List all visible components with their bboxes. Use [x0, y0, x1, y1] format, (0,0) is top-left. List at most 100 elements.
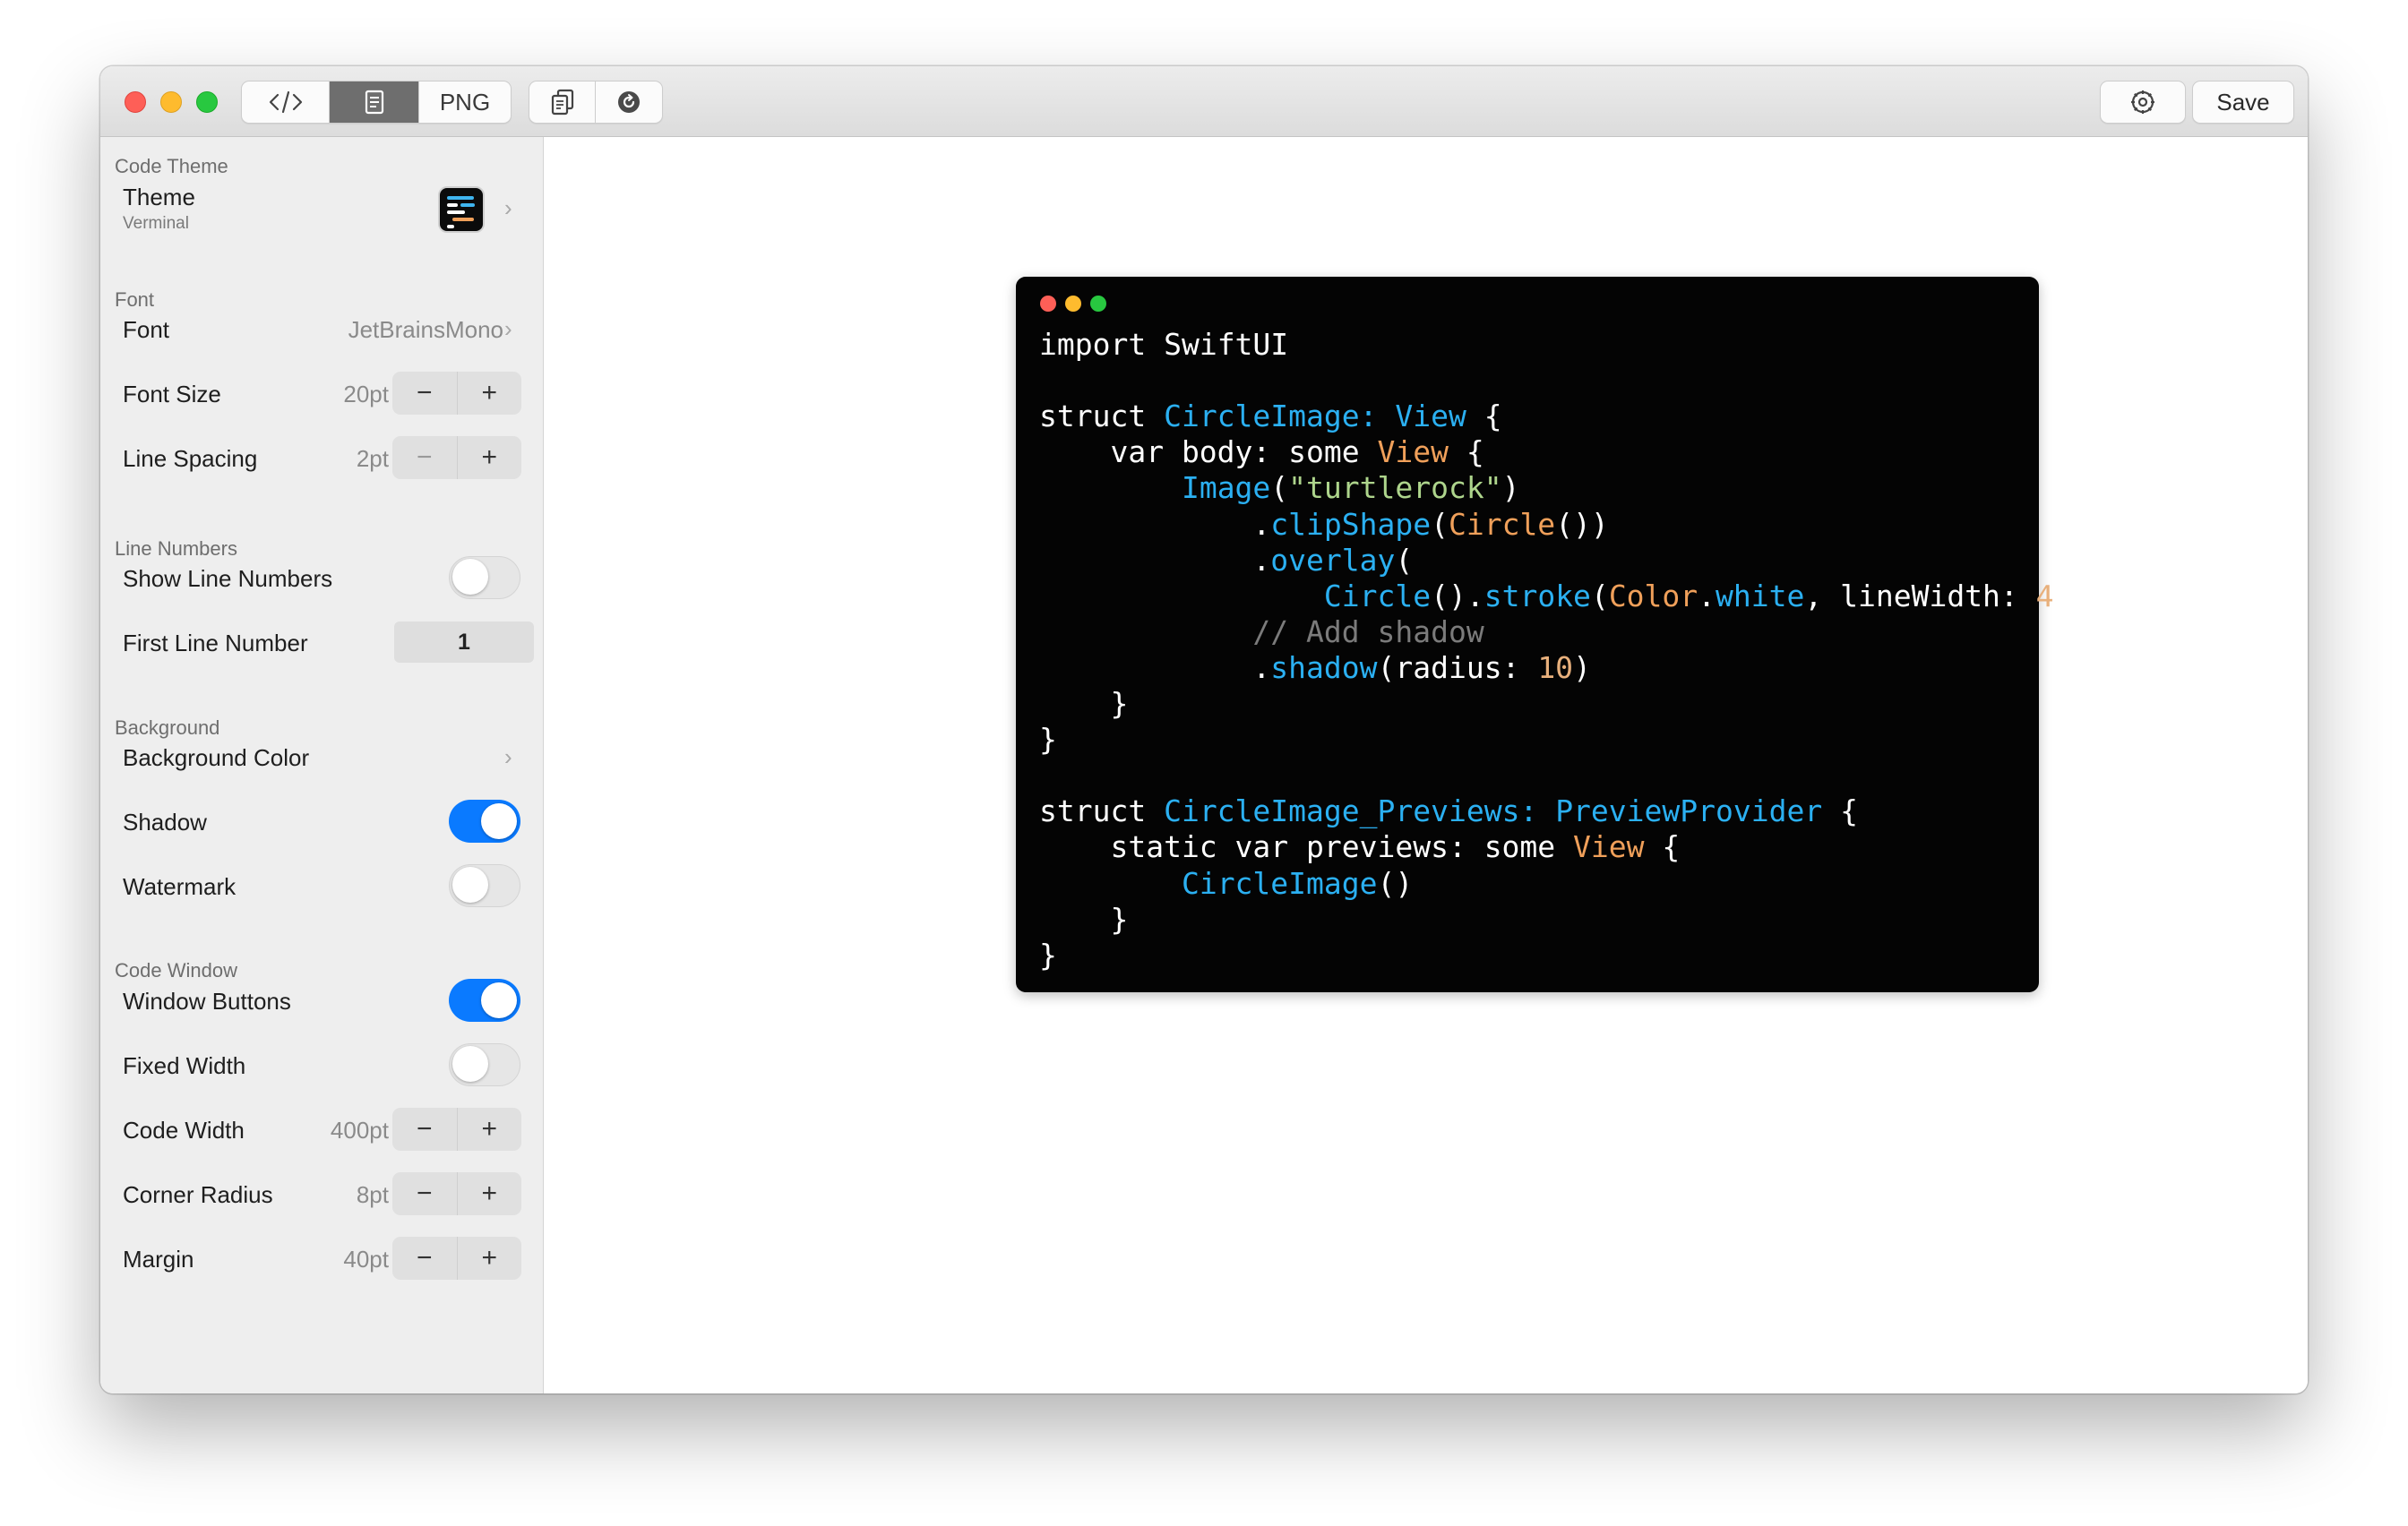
show-line-numbers-toggle[interactable]	[449, 556, 520, 599]
show-line-numbers-label: Show Line Numbers	[123, 565, 333, 592]
terminal-theme-thumbnail-icon[interactable]	[438, 186, 485, 233]
code-line: Image("turtlerock")	[1039, 470, 1520, 506]
toggle-knob	[481, 803, 517, 839]
settings-sidebar: Code Theme Theme Verminal › Font Font Je…	[100, 137, 544, 1393]
font-size-decrement-button[interactable]: −	[392, 372, 458, 415]
fixed-width-label: Fixed Width	[123, 1052, 246, 1079]
app-window: PNG Save Code Theme Theme Verminal › Fon…	[100, 66, 2308, 1393]
editor-view-button[interactable]	[330, 81, 419, 123]
code-token: :	[1359, 399, 1396, 434]
code-width-increment-button[interactable]: +	[458, 1108, 522, 1151]
code-view-button[interactable]	[242, 81, 330, 123]
section-code-theme: Code Theme	[115, 155, 228, 177]
code-token: )	[1501, 470, 1520, 506]
watermark-toggle[interactable]	[449, 864, 520, 907]
code-line: }	[1039, 722, 1057, 758]
corner-radius-stepper: − +	[392, 1172, 521, 1215]
png-view-button[interactable]: PNG	[419, 81, 511, 123]
font-value[interactable]: JetBrainsMono	[348, 316, 503, 344]
code-token: "turtlerock"	[1288, 470, 1502, 506]
code-minimize-dot	[1065, 296, 1081, 312]
settings-button-inner[interactable]	[2101, 81, 2185, 123]
window-buttons-label: Window Buttons	[123, 988, 291, 1015]
first-line-number-label: First Line Number	[123, 630, 308, 656]
toggle-knob	[452, 867, 488, 903]
code-token: stroke	[1484, 578, 1591, 613]
refresh-button[interactable]	[596, 81, 662, 123]
zoom-window-button[interactable]	[196, 91, 218, 113]
code-line: var body: some View {	[1039, 434, 1484, 470]
code-width-decrement-button[interactable]: −	[392, 1108, 458, 1151]
save-button[interactable]: Save	[2192, 81, 2294, 124]
code-line: }	[1039, 686, 1128, 722]
margin-decrement-button[interactable]: −	[392, 1237, 458, 1280]
line-spacing-increment-button[interactable]: +	[458, 436, 522, 479]
shadow-label: Shadow	[123, 809, 207, 836]
corner-radius-decrement-button[interactable]: −	[392, 1172, 458, 1215]
settings-button[interactable]	[2100, 81, 2186, 124]
code-line: // Add shadow	[1039, 614, 1484, 650]
font-chevron-icon: ›	[504, 315, 512, 342]
theme-chevron-icon: ›	[504, 194, 512, 221]
code-token: .	[1039, 506, 1271, 542]
code-token: ()	[1377, 865, 1414, 901]
code-token: .	[1039, 542, 1271, 578]
code-token: (radius:	[1377, 649, 1538, 685]
first-line-number-field[interactable]: 1	[394, 622, 534, 663]
code-token: var body: some	[1039, 434, 1378, 470]
toggle-knob	[481, 982, 517, 1018]
margin-stepper: − +	[392, 1237, 521, 1280]
save-button-label[interactable]: Save	[2193, 81, 2293, 123]
actions-segmented-control	[529, 81, 663, 124]
margin-increment-button[interactable]: +	[458, 1237, 522, 1280]
code-token: (	[1270, 470, 1289, 506]
code-token: View	[1377, 434, 1449, 470]
code-token: {	[1644, 829, 1681, 865]
font-size-increment-button[interactable]: +	[458, 372, 522, 415]
code-token: CircleImage	[1181, 865, 1378, 901]
code-width-stepper: − +	[392, 1108, 521, 1151]
code-token: static var previews: some	[1039, 829, 1574, 865]
code-line: }	[1039, 938, 1057, 973]
gear-icon	[2131, 90, 2154, 114]
corner-radius-increment-button[interactable]: +	[458, 1172, 522, 1215]
png-view-label: PNG	[439, 88, 491, 116]
line-spacing-label: Line Spacing	[123, 445, 258, 472]
code-token: Image	[1181, 470, 1271, 506]
code-token: white	[1716, 578, 1805, 613]
code-brackets-icon	[269, 90, 302, 114]
code-token: import	[1039, 327, 1147, 362]
code-token: Circle	[1448, 506, 1556, 542]
code-token: {	[1448, 434, 1484, 470]
code-token: SwiftUI	[1146, 327, 1289, 362]
window-buttons-toggle[interactable]	[449, 979, 520, 1022]
font-size-label: Font Size	[123, 381, 221, 407]
refresh-icon	[618, 91, 640, 113]
line-spacing-value: 2pt	[356, 445, 389, 472]
code-token: 4	[2035, 578, 2054, 613]
section-line-numbers: Line Numbers	[115, 537, 237, 560]
code-token: PreviewProvider	[1555, 793, 1823, 829]
corner-radius-label: Corner Radius	[123, 1181, 273, 1208]
code-line: Circle().stroke(Color.white, lineWidth: …	[1039, 579, 2089, 614]
minimize-window-button[interactable]	[160, 91, 182, 113]
code-line: import SwiftUI	[1039, 327, 1288, 363]
line-spacing-decrement-button[interactable]: −	[392, 436, 458, 479]
code-width-value: 400pt	[330, 1117, 389, 1144]
shadow-toggle[interactable]	[449, 800, 520, 843]
font-label: Font	[123, 316, 170, 343]
code-preview-window: import SwiftUI struct CircleImage: View {…	[1016, 277, 2089, 992]
copy-button[interactable]	[529, 81, 596, 123]
code-token: .	[1698, 578, 1716, 613]
fixed-width-toggle[interactable]	[449, 1043, 520, 1086]
background-color-row[interactable]	[109, 732, 532, 782]
close-window-button[interactable]	[125, 91, 146, 113]
section-code-window: Code Window	[115, 959, 237, 982]
code-token: }	[1039, 722, 1057, 758]
toggle-knob	[452, 559, 488, 595]
code-token: struct	[1039, 793, 1165, 829]
code-token: }	[1039, 901, 1129, 937]
code-token: }	[1039, 686, 1129, 721]
corner-radius-value: 8pt	[356, 1181, 389, 1208]
